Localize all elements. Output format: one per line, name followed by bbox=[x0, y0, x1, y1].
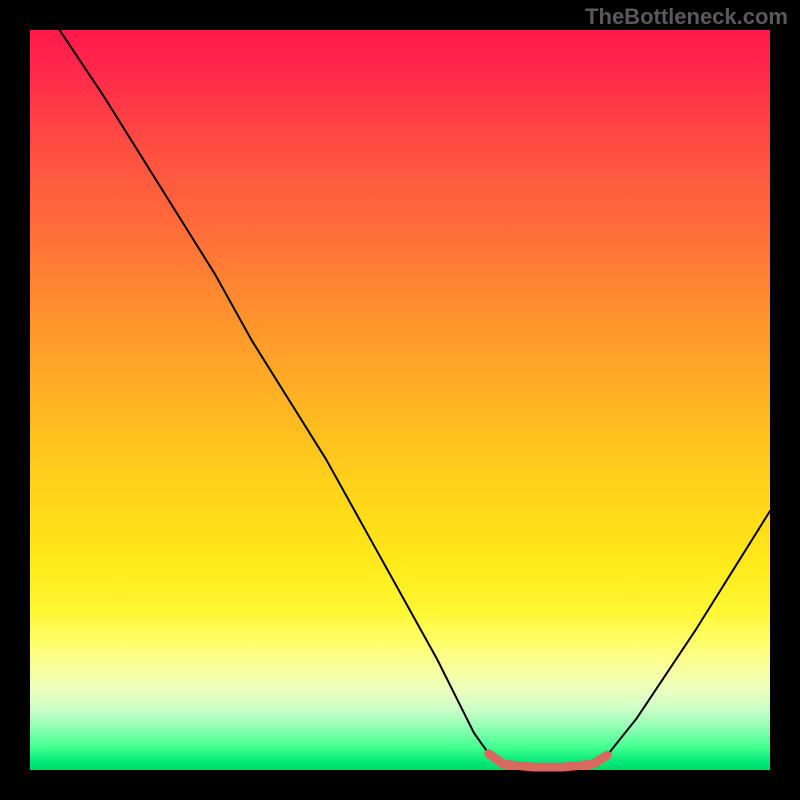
watermark-text: TheBottleneck.com bbox=[585, 4, 788, 30]
bottleneck-curve bbox=[60, 30, 770, 767]
chart-svg bbox=[30, 30, 770, 770]
highlight-segment bbox=[489, 754, 607, 767]
plot-area bbox=[30, 30, 770, 770]
